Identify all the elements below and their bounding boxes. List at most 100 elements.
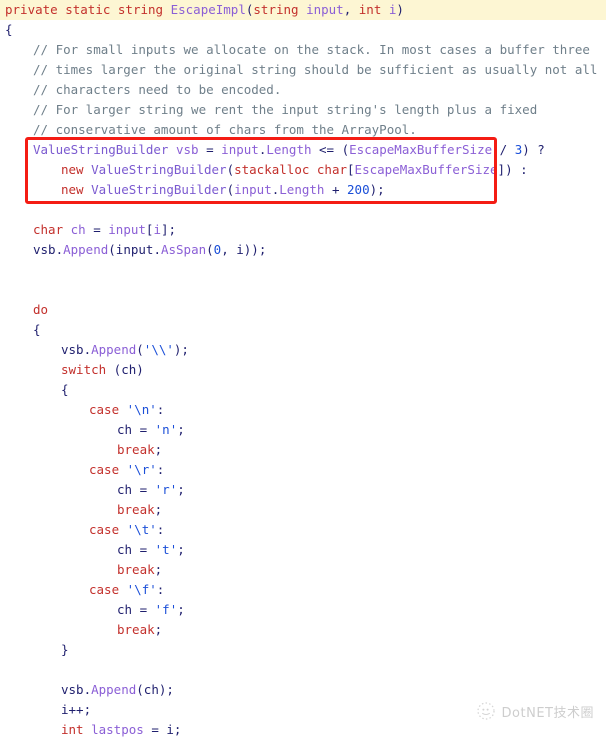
code-token-punct: { xyxy=(5,22,13,37)
code-token-punct: ) xyxy=(396,2,404,17)
code-line[interactable]: ch = 'n'; xyxy=(0,420,606,440)
code-token-str: 'f' xyxy=(154,602,178,617)
code-line[interactable]: switch (ch) xyxy=(0,360,606,380)
code-token-punct: ); xyxy=(173,342,189,357)
code-line[interactable]: // times larger the original string shou… xyxy=(0,60,606,80)
code-line[interactable] xyxy=(0,280,606,300)
code-line[interactable]: // characters need to be encoded. xyxy=(0,80,606,100)
code-token-plain: vsb xyxy=(33,242,56,257)
code-token-punct: ( xyxy=(226,182,235,197)
code-line[interactable]: // For larger string we rent the input s… xyxy=(0,100,606,120)
code-line[interactable]: break; xyxy=(0,560,606,580)
code-line[interactable]: // For small inputs we allocate on the s… xyxy=(0,40,606,60)
code-listing[interactable]: private static string EscapeImpl(string … xyxy=(0,0,606,740)
code-token-ident: EscapeMaxBufferSize xyxy=(349,142,493,157)
code-token-punct: : xyxy=(156,462,165,477)
code-line[interactable] xyxy=(0,260,606,280)
code-token-comment: // times larger the original string shou… xyxy=(33,62,598,77)
code-line[interactable]: vsb.Append(ch); xyxy=(0,680,606,700)
code-token-punct: = xyxy=(132,542,155,557)
code-line[interactable]: case '\t': xyxy=(0,520,606,540)
code-line[interactable]: } xyxy=(0,640,606,660)
code-token-comment: // For small inputs we allocate on the s… xyxy=(33,42,590,57)
code-line[interactable]: case '\f': xyxy=(0,580,606,600)
watermark-text: DotNET技术圈 xyxy=(501,705,594,721)
code-token-str: 't' xyxy=(154,542,178,557)
code-line[interactable]: char ch = input[i]; xyxy=(0,220,606,240)
code-token-plain: input xyxy=(115,242,154,257)
code-token-method: Append xyxy=(63,242,109,257)
code-line[interactable]: { xyxy=(0,320,606,340)
code-token-punct: / xyxy=(492,142,515,157)
code-token-comment: // characters need to be encoded. xyxy=(33,82,282,97)
code-line[interactable]: break; xyxy=(0,500,606,520)
code-token-plain: ch xyxy=(121,362,137,377)
code-token-punct: ; xyxy=(154,622,163,637)
code-line[interactable]: case '\n': xyxy=(0,400,606,420)
code-line[interactable]: case '\r': xyxy=(0,460,606,480)
code-line[interactable]: new ValueStringBuilder(input.Length + 20… xyxy=(0,180,606,200)
code-token-type: ValueStringBuilder xyxy=(91,182,227,197)
code-token-punct: ) ? xyxy=(522,142,545,157)
code-token-ident: input xyxy=(306,2,344,17)
code-token-ident: Length xyxy=(266,142,312,157)
code-line[interactable]: break; xyxy=(0,440,606,460)
code-token-punct: ( xyxy=(136,342,144,357)
code-token-plain: i xyxy=(61,702,69,717)
code-token-plain: ch xyxy=(117,602,133,617)
code-line[interactable] xyxy=(0,660,606,680)
code-token-kw: char xyxy=(316,162,348,177)
code-line[interactable]: ch = 'f'; xyxy=(0,600,606,620)
code-token-kw: static xyxy=(65,2,111,17)
code-token-kw: case xyxy=(89,402,120,417)
code-token-punct: ) xyxy=(136,362,144,377)
watermark: DotNET技术圈 xyxy=(476,701,594,721)
code-token-type: ValueStringBuilder xyxy=(91,162,227,177)
code-token-punct: , xyxy=(343,2,359,17)
code-line[interactable]: new ValueStringBuilder(stackalloc char[E… xyxy=(0,160,606,180)
code-token-punct: } xyxy=(61,642,69,657)
code-token-punct: . xyxy=(83,342,92,357)
code-token-ident: vsb xyxy=(176,142,199,157)
code-token-punct: ; xyxy=(154,562,163,577)
code-token-punct: : xyxy=(156,402,165,417)
code-line[interactable]: ch = 'r'; xyxy=(0,480,606,500)
code-token-plain: vsb xyxy=(61,682,84,697)
code-token-punct: ; xyxy=(154,502,163,517)
code-line[interactable]: do xyxy=(0,300,606,320)
code-token-punct: <= ( xyxy=(311,142,350,157)
code-line[interactable]: vsb.Append(input.AsSpan(0, i)); xyxy=(0,240,606,260)
code-token-kw: switch xyxy=(61,362,107,377)
code-token-kw: do xyxy=(33,302,49,317)
code-token-ident: Length xyxy=(279,182,325,197)
code-line[interactable]: vsb.Append('\\'); xyxy=(0,340,606,360)
code-line[interactable]: ValueStringBuilder vsb = input.Length <=… xyxy=(0,140,606,160)
code-token-method: EscapeImpl xyxy=(170,2,246,17)
code-line[interactable] xyxy=(0,200,606,220)
code-token-punct: ( xyxy=(226,162,235,177)
code-line[interactable]: // conservative amount of chars from the… xyxy=(0,120,606,140)
code-line[interactable]: break; xyxy=(0,620,606,640)
code-line[interactable]: private static string EscapeImpl(string … xyxy=(0,0,606,20)
code-token-kw: break xyxy=(117,622,155,637)
code-token-plain: vsb xyxy=(61,342,84,357)
code-token-str: 'r' xyxy=(154,482,178,497)
code-token-punct: ( xyxy=(206,242,214,257)
code-line[interactable]: { xyxy=(0,20,606,40)
code-line[interactable]: int lastpos = i; xyxy=(0,720,606,740)
code-token-kw: char xyxy=(33,222,64,237)
code-line[interactable]: { xyxy=(0,380,606,400)
code-line[interactable]: ch = 't'; xyxy=(0,540,606,560)
code-token-punct: ]; xyxy=(160,222,177,237)
code-token-punct: = xyxy=(85,222,109,237)
